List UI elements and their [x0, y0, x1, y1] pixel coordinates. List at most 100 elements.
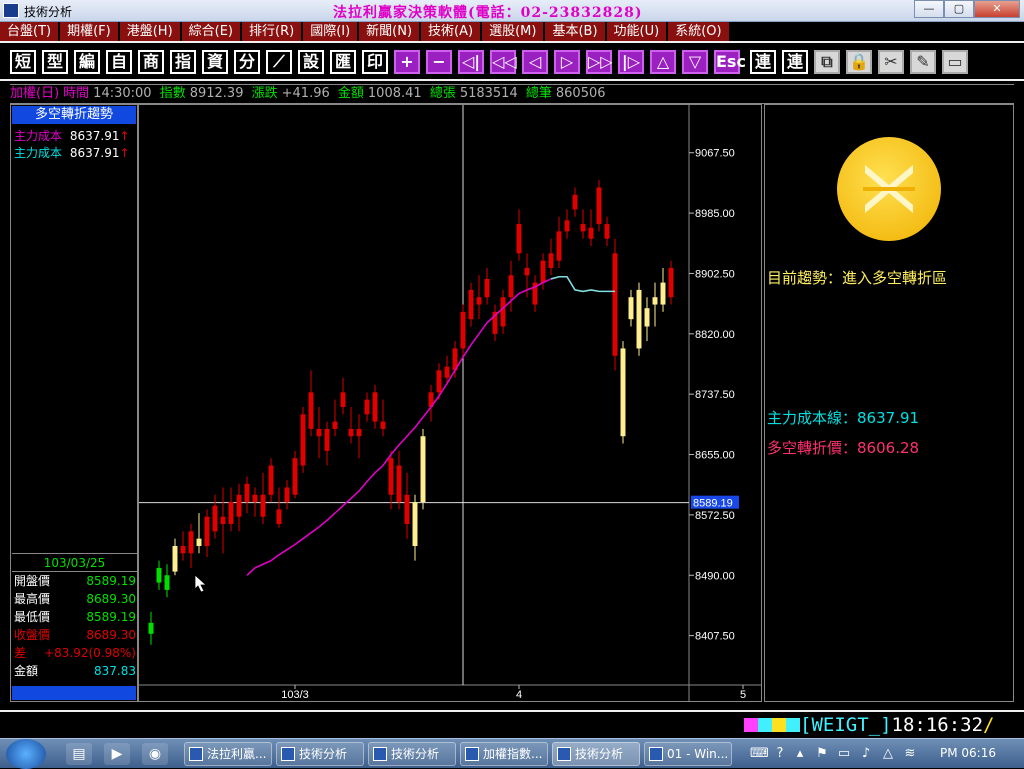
time-label: 時間 — [63, 86, 90, 101]
toolbar-button[interactable]: 商 — [138, 50, 164, 74]
nav-button[interactable]: ▽ — [682, 50, 708, 74]
indicator-title[interactable]: 多空轉折趨勢 — [12, 106, 136, 124]
banner-text: 法拉利贏家決策軟體(電話：02-23832828) — [333, 5, 643, 21]
link-button[interactable]: 連 — [782, 50, 808, 74]
candle-body — [644, 308, 650, 327]
ohlc-row: 最高價 8689.30 — [12, 590, 137, 608]
candle-body — [660, 282, 666, 305]
menu-item[interactable]: 港盤(H) — [119, 22, 182, 41]
tool-icon[interactable]: ▭ — [942, 50, 968, 74]
nav-button[interactable]: ◁| — [458, 50, 484, 74]
menu-item[interactable]: 期權(F) — [60, 22, 120, 41]
tool-icon[interactable]: ✂ — [878, 50, 904, 74]
explorer-icon[interactable]: ▤ — [66, 743, 92, 765]
toolbar-button[interactable]: 編 — [74, 50, 100, 74]
up-arrow-icon: ↑ — [119, 146, 130, 160]
drive-icon[interactable]: △ — [880, 746, 896, 762]
menu-item[interactable]: 基本(B) — [545, 22, 607, 41]
candle-body — [340, 392, 346, 407]
candlestick-chart[interactable]: 9067.50 8985.00 8902.50 8820.00 8737.50 8655.… — [138, 104, 762, 702]
toolbar-button[interactable]: 型 — [42, 50, 68, 74]
nav-button[interactable]: ◁ — [522, 50, 548, 74]
tray-arrow-icon[interactable]: ▴ — [792, 746, 808, 762]
toolbar-button[interactable]: 短 — [10, 50, 36, 74]
hand-cursor-icon — [194, 574, 208, 593]
menu-item[interactable]: 選股(M) — [482, 22, 546, 41]
candle-body — [580, 224, 586, 232]
nav-button[interactable]: − — [426, 50, 452, 74]
taskbar-item[interactable]: 加權指數... — [460, 742, 548, 766]
menu-item[interactable]: 國際(I) — [303, 22, 360, 41]
taskbar-item[interactable]: 法拉利贏... — [184, 742, 272, 766]
toolbar-button[interactable]: 指 — [170, 50, 196, 74]
chart-svg[interactable]: 9067.50 8985.00 8902.50 8820.00 8737.50 8655.… — [139, 105, 761, 701]
panel-scrollbar[interactable] — [12, 686, 136, 700]
taskbar-item[interactable]: 01 - Win... — [644, 742, 732, 766]
menu-item[interactable]: 系統(O) — [668, 22, 731, 41]
minimize-button[interactable]: — — [914, 0, 944, 18]
candle-body — [196, 538, 202, 546]
toolbar-button[interactable]: 設 — [298, 50, 324, 74]
nav-button[interactable]: + — [394, 50, 420, 74]
toolbar-button[interactable]: 匯 — [330, 50, 356, 74]
nav-button[interactable]: |▷ — [618, 50, 644, 74]
app-icon — [3, 3, 19, 18]
up-arrow-icon: ↑ — [119, 129, 130, 143]
status-blocks — [744, 718, 800, 732]
y-tick-label: 8902.50 — [695, 268, 735, 280]
turn-price-value: 8606.28 — [857, 439, 920, 457]
candle-body — [172, 545, 178, 572]
menu-item[interactable]: 排行(R) — [242, 22, 304, 41]
nav-button[interactable]: ◁◁ — [490, 50, 517, 74]
ohlc-label: 最高價 — [14, 592, 51, 606]
maximize-button[interactable]: ▢ — [944, 0, 974, 18]
link-button[interactable]: 連 — [750, 50, 776, 74]
start-button[interactable] — [6, 739, 46, 769]
tool-icon[interactable]: ✎ — [910, 50, 936, 74]
menu-item[interactable]: 功能(U) — [606, 22, 669, 41]
toolbar-button[interactable]: 印 — [362, 50, 388, 74]
chrome-icon[interactable]: ◉ — [142, 743, 168, 765]
turn-price-row: 多空轉折價：8606.28 — [767, 437, 919, 458]
tool-icon[interactable]: ⧉ — [814, 50, 840, 74]
taskbar-item[interactable]: 技術分析 — [276, 742, 364, 766]
keyboard-icon[interactable]: ⌨ — [750, 746, 769, 762]
candle-body — [596, 187, 602, 225]
time-value: 14:30:00 — [93, 86, 152, 101]
taskbar-item-label: 技術分析 — [575, 747, 624, 761]
title-bar: 技術分析 法拉利贏家決策軟體(電話：02-23832828) — ▢ ✕ — [0, 0, 1024, 22]
close-button[interactable]: ✕ — [974, 0, 1020, 18]
nav-button[interactable]: Esc — [714, 50, 746, 74]
help-icon[interactable]: ? — [772, 746, 788, 762]
candle-body — [404, 494, 410, 525]
toolbar-button[interactable]: 分 — [234, 50, 260, 74]
candle-body — [388, 458, 394, 495]
network-icon[interactable]: ≋ — [902, 746, 918, 762]
trend-line-icon[interactable]: ⟋ — [266, 50, 292, 74]
menu-item[interactable]: 台盤(T) — [0, 22, 61, 41]
nav-button[interactable]: ▷▷ — [586, 50, 613, 74]
menu-item[interactable]: 新聞(N) — [359, 22, 422, 41]
x-tick-label: 5 — [740, 689, 746, 701]
crosshair-price-label: 8589.19 — [693, 498, 733, 510]
candle-body — [372, 392, 378, 422]
flag-icon[interactable]: ⚑ — [814, 746, 830, 762]
taskbar-item-label: 技術分析 — [299, 747, 348, 761]
cost-row-2: 主力成本 8637.91↑ — [14, 144, 130, 161]
tool-icon[interactable]: 🔒 — [846, 50, 872, 74]
media-player-icon[interactable]: ▶ — [104, 743, 130, 765]
toolbar-button[interactable]: 資 — [202, 50, 228, 74]
window-icon — [465, 747, 479, 761]
display-icon[interactable]: ▭ — [836, 746, 852, 762]
candle-body — [300, 414, 306, 466]
nav-button[interactable]: ▷ — [554, 50, 580, 74]
taskbar-item[interactable]: 技術分析 — [368, 742, 456, 766]
taskbar-item[interactable]: 技術分析 — [552, 742, 640, 766]
candle-body — [508, 275, 514, 298]
nav-button[interactable]: △ — [650, 50, 676, 74]
menu-item[interactable]: 綜合(E) — [181, 22, 242, 41]
volume-icon[interactable]: ♪ — [858, 746, 874, 762]
ohlc-row: 收盤價 8689.30 — [12, 626, 137, 644]
menu-item[interactable]: 技術(A) — [421, 22, 483, 41]
toolbar-button[interactable]: 自 — [106, 50, 132, 74]
